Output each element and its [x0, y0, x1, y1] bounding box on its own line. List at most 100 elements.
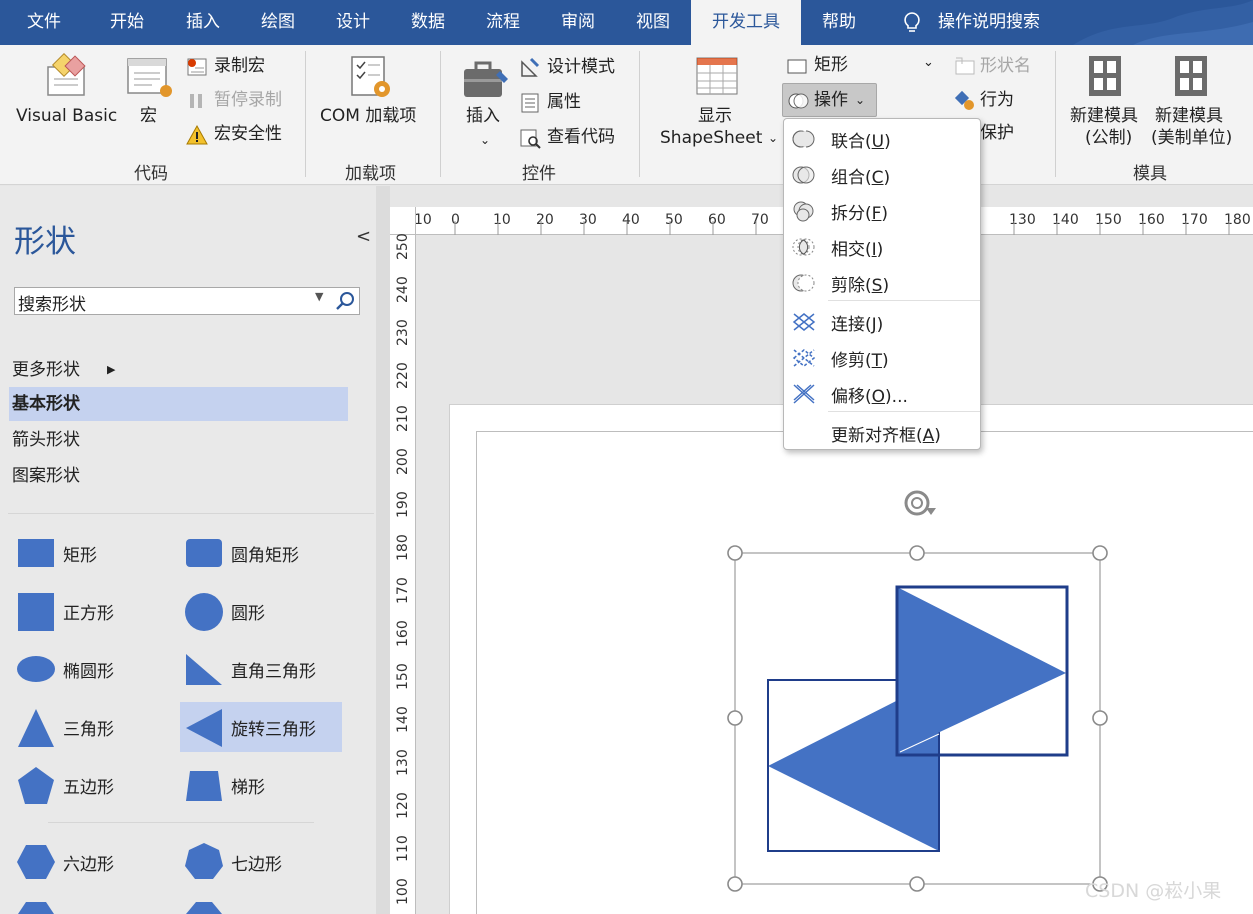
shape-heptagon[interactable]: 七边形	[180, 837, 342, 887]
ruler-tick: 180	[395, 534, 411, 561]
menu-separator	[828, 411, 980, 412]
join-icon	[792, 313, 816, 331]
more-shapes-item[interactable]: 更多形状 ▶	[9, 353, 348, 387]
hexagon-shape-icon	[17, 845, 55, 879]
collapse-pane-icon[interactable]: <	[356, 226, 371, 247]
menu-item-trim[interactable]: 修剪(T)	[784, 340, 980, 374]
search-icon[interactable]	[335, 290, 357, 312]
fragment-icon	[793, 201, 814, 222]
dropdown-arrow-icon[interactable]: ▼	[315, 290, 323, 303]
tab-draw[interactable]: 绘图	[240, 0, 316, 45]
macros-button[interactable]: 宏	[124, 53, 176, 143]
tab-review[interactable]: 审阅	[540, 0, 616, 45]
tab-process[interactable]: 流程	[466, 0, 540, 45]
macros-icon	[127, 58, 172, 97]
menu-item-label: 拆分(F)	[831, 204, 889, 224]
shape-triangle[interactable]: 三角形	[12, 702, 174, 752]
insert-control-label: 插入	[466, 106, 500, 126]
tab-design[interactable]: 设计	[316, 0, 390, 45]
resize-handle[interactable]	[727, 545, 743, 561]
trapezoid-shape-icon	[186, 771, 222, 801]
resize-handle[interactable]	[1092, 710, 1108, 726]
search-shapes-input[interactable]: 搜索形状 ▼	[14, 287, 360, 315]
ruler-tick: 210	[395, 405, 411, 432]
partial-shape-icon	[186, 902, 222, 914]
shape-label: 旋转三角形	[231, 720, 316, 740]
shape-name-label: 形状名	[980, 56, 1031, 76]
search-shapes-placeholder: 搜索形状	[18, 295, 86, 315]
tab-insert[interactable]: 插入	[166, 0, 240, 45]
design-mode-label: 设计模式	[547, 57, 615, 77]
visual-basic-button[interactable]: Visual Basic	[14, 53, 118, 143]
tab-file[interactable]: 文件	[0, 0, 88, 45]
menu-item-label: 偏移(O)...	[831, 387, 908, 407]
chevron-down-icon: ⌄	[768, 131, 779, 145]
insert-control-button[interactable]: 插入 ⌄	[458, 53, 510, 157]
rounded-rectangle-shape-icon	[186, 539, 222, 567]
resize-handle[interactable]	[1092, 545, 1108, 561]
shape-pentagon[interactable]: 五边形	[12, 760, 174, 810]
resize-handle[interactable]	[909, 545, 925, 561]
ruler-tick: 200	[395, 448, 411, 475]
shape-rounded-rectangle[interactable]: 圆角矩形	[180, 528, 342, 578]
shape-label: 圆角矩形	[231, 546, 299, 566]
resize-handle[interactable]	[727, 710, 743, 726]
menu-bar: 文件 开始 插入 绘图 设计 数据 流程 审阅 视图 开发工具 帮助 操作说明搜…	[0, 0, 1253, 45]
shape-rotated-triangle[interactable]: 旋转三角形	[180, 702, 342, 752]
new-stencil-metric-label-2: (公制)	[1085, 128, 1133, 148]
divider	[8, 513, 374, 514]
menu-item-update-alignment-box[interactable]: 更新对齐框(A)	[784, 415, 980, 449]
ruler-tick: 160	[395, 620, 411, 647]
menu-item-label: 修剪(T)	[831, 351, 889, 371]
menu-item-subtract[interactable]: 剪除(S)	[784, 265, 980, 299]
shape-trapezoid[interactable]: 梯形	[180, 760, 342, 810]
menu-item-combine[interactable]: 组合(C)	[784, 157, 980, 191]
menu-item-intersect[interactable]: 相交(I)	[784, 229, 980, 263]
right-triangle-shape[interactable]	[897, 587, 1066, 752]
stencil-arrow-shapes[interactable]: 箭头形状	[9, 423, 348, 457]
menu-item-join[interactable]: 连接(J)	[784, 304, 980, 338]
operations-button[interactable]: 操作 ⌄	[782, 83, 877, 117]
stencil-pattern-shapes[interactable]: 图案形状	[9, 459, 348, 493]
tab-view[interactable]: 视图	[616, 0, 690, 45]
shape-label: 直角三角形	[231, 662, 316, 682]
chevron-down-icon[interactable]: ⌄	[923, 55, 934, 70]
menu-separator	[828, 300, 980, 301]
tab-data[interactable]: 数据	[390, 0, 466, 45]
resize-handle[interactable]	[727, 876, 743, 892]
rotate-handle-icon[interactable]	[904, 490, 936, 516]
menu-item-label: 更新对齐框(A)	[831, 426, 941, 446]
pane-splitter[interactable]	[376, 186, 390, 914]
tab-developer[interactable]: 开发工具	[691, 0, 801, 45]
menu-item-fragment[interactable]: 拆分(F)	[784, 193, 980, 227]
com-addins-button[interactable]: COM 加载项	[318, 53, 430, 143]
rectangle-shape-icon	[18, 539, 54, 567]
new-stencil-metric-button[interactable]: 新建模具 (公制)	[1066, 53, 1146, 157]
show-shapesheet-button[interactable]: 显示 ShapeSheet ⌄	[656, 53, 782, 157]
selected-shapes-group[interactable]	[700, 480, 1130, 900]
menu-item-union[interactable]: 联合(U)	[784, 121, 980, 155]
shape-circle[interactable]: 圆形	[180, 586, 342, 636]
new-stencil-us-button[interactable]: 新建模具 (美制单位)	[1151, 53, 1241, 157]
stencil-basic-shapes[interactable]: 基本形状	[9, 387, 348, 421]
ruler-tick: 150	[395, 663, 411, 690]
ribbon: Visual Basic 宏 录制宏 暂停录制 宏安全性 代码 COM 加载项 …	[0, 45, 1253, 185]
tab-help[interactable]: 帮助	[805, 0, 873, 45]
shape-ellipse[interactable]: 椭圆形	[12, 644, 174, 694]
operations-dropdown-menu: 联合(U) 组合(C) 拆分(F) 相交(I) 剪除(S) 连接(J) 修剪(T…	[783, 118, 981, 450]
shape-right-triangle[interactable]: 直角三角形	[180, 644, 342, 694]
square-shape-icon	[18, 593, 54, 631]
rectangle-label: 矩形	[814, 55, 848, 75]
menu-item-offset[interactable]: 偏移(O)...	[784, 376, 980, 410]
protection-label: 保护	[980, 123, 1014, 143]
resize-handle[interactable]	[909, 876, 925, 892]
shape-hexagon[interactable]: 六边形	[12, 837, 174, 887]
ruler-tick: 120	[395, 792, 411, 819]
tab-home[interactable]: 开始	[88, 0, 166, 45]
new-stencil-us-label-1: 新建模具	[1155, 106, 1223, 126]
shape-rectangle[interactable]: 矩形	[12, 528, 174, 578]
chevron-down-icon: ⌄	[855, 93, 866, 107]
shape-square[interactable]: 正方形	[12, 586, 174, 636]
macros-label: 宏	[140, 106, 157, 126]
stencil-label: 图案形状	[12, 466, 80, 486]
